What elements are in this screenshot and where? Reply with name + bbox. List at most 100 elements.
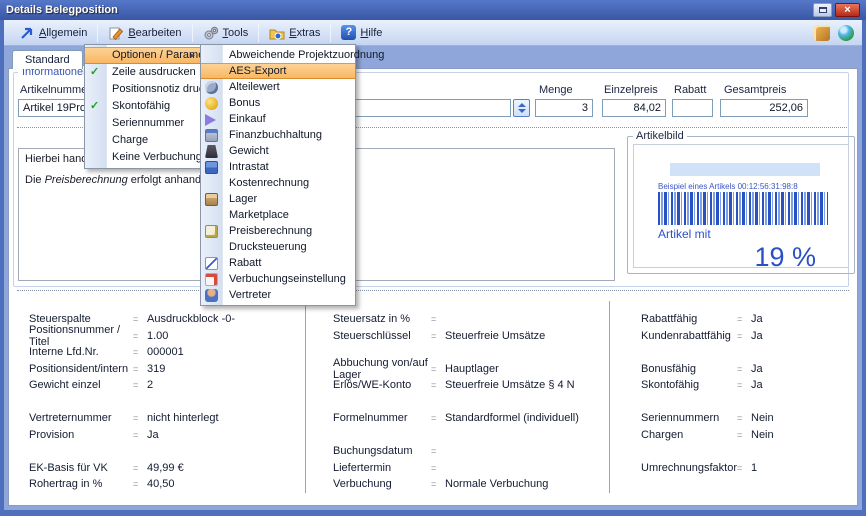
barcode-image — [658, 192, 828, 225]
detail-row: Positionsnummer / Titel = 1.00 — [29, 328, 297, 345]
detail-row — [333, 427, 601, 444]
menu-toolbar: Allgemein Bearbeiten Tools Extras ? Hilf… — [4, 20, 862, 46]
detail-row: Chargen = Nein — [641, 427, 847, 444]
detail-row: Umrechnungsfaktor = 1 — [641, 460, 847, 477]
equals-separator: = — [133, 380, 147, 390]
detail-row: Liefertermin = — [333, 460, 601, 477]
detail-row: Rabattfähig = Ja — [641, 311, 847, 328]
submenu-arrow-icon: ▸ — [190, 48, 195, 63]
submenu-item[interactable]: Verbuchungseinstellung — [201, 271, 355, 287]
percent-text: 19 % — [658, 242, 830, 273]
menu-item-keine-verbuchung[interactable]: Keine Verbuchung — [85, 149, 200, 166]
detail-row — [641, 344, 847, 361]
menu-bearbeiten[interactable]: Bearbeiten — [101, 23, 188, 43]
image-highlight-bar — [670, 163, 820, 176]
details-column-3: Rabattfähig = Ja Kundenrabattfähig = Ja — [641, 311, 847, 476]
detail-row: Steuersatz in % = — [333, 311, 601, 328]
detail-row — [29, 443, 297, 460]
detail-row: Seriennummern = Nein — [641, 410, 847, 427]
detail-row: Positionsident/intern = 319 — [29, 361, 297, 378]
detail-row: Bonusfähig = Ja — [641, 361, 847, 378]
artikelbild-label: Artikelbild — [633, 130, 687, 142]
detail-row: Steuerschlüssel = Steuerfreie Umsätze — [333, 328, 601, 345]
detail-row — [641, 394, 847, 411]
detail-row: Erlös/WE-Konto = Steuerfreie Umsätze § 4… — [333, 377, 601, 394]
detail-row: Abbuchung von/auf Lager = Hauptlager — [333, 361, 601, 378]
detail-row: Formelnummer = Standardformel (individue… — [333, 410, 601, 427]
tab-standard[interactable]: Standard — [12, 50, 83, 69]
bearbeiten-dropdown-menu: Optionen / Parameter ▸ ✓ Zeile ausdrucke… — [84, 44, 201, 169]
titlebar[interactable]: Details Belegposition × — [0, 0, 866, 20]
submenu-item[interactable]: Alteilewert — [201, 79, 355, 95]
menu-item-optionen-parameter[interactable]: Optionen / Parameter ▸ — [85, 47, 200, 64]
submenu-item[interactable]: Finanzbuchhaltung — [201, 127, 355, 143]
einzelpreis-input[interactable] — [602, 99, 666, 117]
detail-row: Verbuchung = Normale Verbuchung — [333, 476, 601, 493]
equals-separator: = — [431, 314, 445, 324]
verbuchungseinstellung-icon — [205, 273, 218, 286]
close-button[interactable]: × — [835, 3, 860, 17]
vertreter-icon — [205, 289, 218, 302]
artikelbild-group: Artikelbild Beispiel eines Artikels 00:1… — [627, 136, 855, 274]
detail-row: Rohertrag in % = 40,50 — [29, 476, 297, 493]
detail-row: Buchungsdatum = — [333, 443, 601, 460]
help-icon: ? — [341, 25, 356, 40]
equals-separator: = — [133, 364, 147, 374]
equals-separator: = — [133, 430, 147, 440]
equals-separator: = — [431, 413, 445, 423]
folder-icon — [269, 25, 285, 41]
detail-row: Vertreternummer = nicht hinterlegt — [29, 410, 297, 427]
globe-icon[interactable] — [838, 25, 854, 41]
column-separator — [305, 301, 306, 493]
intrastat-icon — [205, 161, 218, 174]
restore-button[interactable] — [813, 3, 832, 17]
submenu-item[interactable]: Vertreter — [201, 287, 355, 303]
menu-tools[interactable]: Tools — [196, 23, 256, 43]
menu-hilfe[interactable]: ? Hilfe — [334, 23, 389, 42]
dotted-separator — [17, 290, 849, 291]
menu-item-skontofaehig[interactable]: ✓ Skontofähig — [85, 98, 200, 115]
rabatt-icon — [205, 257, 218, 270]
menge-input[interactable] — [535, 99, 593, 117]
rabatt-input[interactable] — [672, 99, 713, 117]
menu-item-seriennummer[interactable]: Seriennummer — [85, 115, 200, 132]
menu-item-positionsnotiz-drucken[interactable]: Positionsnotiz drucken — [85, 81, 200, 98]
artikelnummer-label: Artikelnummer — [20, 84, 91, 96]
equals-separator: = — [431, 479, 445, 489]
submenu-item[interactable]: Lager — [201, 191, 355, 207]
submenu-item[interactable]: Preisberechnung — [201, 223, 355, 239]
window-title: Details Belegposition — [6, 4, 118, 16]
equals-separator: = — [431, 331, 445, 341]
notes-icon[interactable] — [814, 25, 830, 41]
submenu-item[interactable]: Gewicht — [201, 143, 355, 159]
restore-icon — [819, 7, 827, 13]
submenu-item[interactable]: Einkauf — [201, 111, 355, 127]
menu-item-zeile-ausdrucken[interactable]: ✓ Zeile ausdrucken — [85, 64, 200, 81]
submenu-item[interactable]: Abweichende Projektzuordnung — [201, 47, 355, 63]
artikelbild-frame: Beispiel eines Artikels 00:12:56:31:98:8… — [633, 144, 849, 268]
alteilewert-icon — [205, 81, 218, 94]
equals-separator: = — [133, 347, 147, 357]
equals-separator: = — [431, 380, 445, 390]
equals-separator: = — [133, 413, 147, 423]
equals-separator: = — [133, 331, 147, 341]
equals-separator: = — [737, 463, 751, 473]
menu-extras[interactable]: Extras — [262, 23, 327, 43]
submenu-item[interactable]: Drucksteuerung — [201, 239, 355, 255]
detail-row: EK-Basis für VK = 49,99 € — [29, 460, 297, 477]
submenu-item[interactable]: Bonus — [201, 95, 355, 111]
gesamtpreis-input[interactable] — [720, 99, 808, 117]
preisberechnung-icon — [205, 225, 218, 238]
close-icon: × — [844, 4, 850, 16]
menu-item-charge[interactable]: Charge — [85, 132, 200, 149]
spinner-up-icon — [518, 103, 526, 107]
artikelnummer-spinner[interactable] — [513, 99, 530, 117]
submenu-item[interactable]: AES-Export — [201, 63, 355, 79]
checkmark-icon: ✓ — [90, 64, 99, 81]
submenu-item[interactable]: Rabatt — [201, 255, 355, 271]
submenu-item[interactable]: Marketplace — [201, 207, 355, 223]
submenu-item[interactable]: Intrastat — [201, 159, 355, 175]
submenu-item[interactable]: Kostenrechnung — [201, 175, 355, 191]
menu-allgemein[interactable]: Allgemein — [12, 23, 94, 43]
equals-separator: = — [737, 413, 751, 423]
